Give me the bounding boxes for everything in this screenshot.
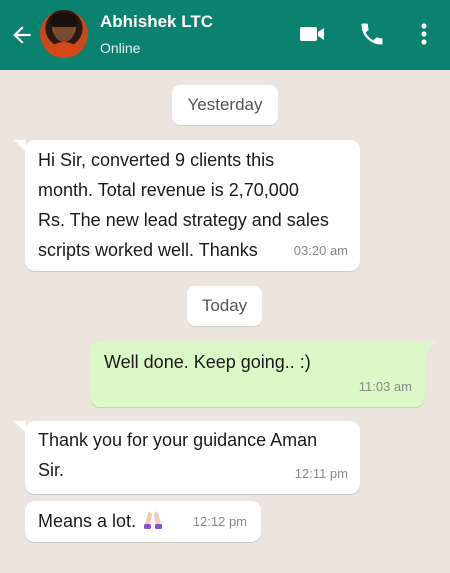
message-bubble-incoming[interactable]: Thank you for your guidance Aman Sir. 12… xyxy=(25,421,360,494)
back-arrow-icon[interactable] xyxy=(9,22,35,48)
message-text: Thank you for your guidance Aman xyxy=(38,430,318,450)
message-time: 11:03 am xyxy=(358,379,412,394)
more-vertical-icon[interactable] xyxy=(414,20,434,48)
message-text: Means a lot. xyxy=(38,511,137,531)
video-call-icon[interactable] xyxy=(297,20,327,48)
folded-hands-emoji xyxy=(144,511,163,529)
message-text: Well done. Keep going.. :) xyxy=(104,352,311,372)
chat-header: Abhishek LTC Online xyxy=(0,0,450,70)
date-chip-yesterday: Yesterday xyxy=(172,85,278,125)
message-text: month. Total revenue is 2,70,000 xyxy=(38,180,299,200)
contact-name[interactable]: Abhishek LTC xyxy=(100,12,213,32)
message-time: 12:12 pm xyxy=(192,514,247,529)
contact-status: Online xyxy=(100,40,141,56)
date-chip-today: Today xyxy=(187,286,262,326)
message-text: Hi Sir, converted 9 clients this xyxy=(38,150,275,170)
message-text: Rs. The new lead strategy and sales xyxy=(38,210,329,230)
message-time: 12:11 pm xyxy=(294,466,348,481)
phone-icon[interactable] xyxy=(357,20,387,48)
bubble-tail xyxy=(425,341,437,353)
message-bubble-incoming[interactable]: Hi Sir, converted 9 clients this month. … xyxy=(25,140,360,271)
avatar[interactable] xyxy=(40,10,88,58)
message-bubble-incoming[interactable]: Means a lot. 12:12 pm xyxy=(25,501,261,542)
message-bubble-outgoing[interactable]: Well done. Keep going.. :) 11:03 am xyxy=(90,341,425,407)
message-time: 03:20 am xyxy=(293,243,348,258)
